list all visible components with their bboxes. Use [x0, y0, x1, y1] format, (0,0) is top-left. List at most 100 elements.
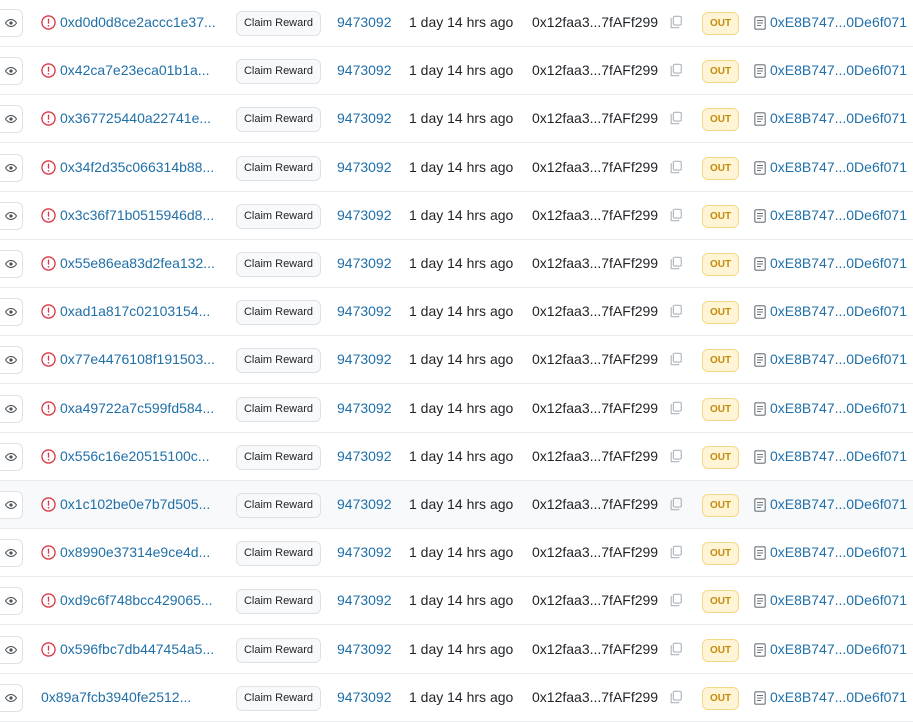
- block-link[interactable]: 9473092: [337, 351, 392, 367]
- view-details-button[interactable]: [0, 395, 23, 423]
- tx-hash-link[interactable]: 0xa49722a7c599fd584...: [60, 400, 214, 416]
- tx-hash-link[interactable]: 0x55e86ea83d2fea132...: [60, 255, 215, 271]
- copy-icon[interactable]: [669, 449, 683, 463]
- from-address: 0x12faa3...7fAFf299: [532, 448, 659, 464]
- to-address-link[interactable]: 0xE8B747...0De6f071: [770, 544, 907, 560]
- copy-icon[interactable]: [669, 160, 683, 174]
- block-link[interactable]: 9473092: [337, 496, 392, 512]
- tx-hash-link[interactable]: 0x8990e37314e9ce4d...: [60, 544, 210, 560]
- from-address: 0x12faa3...7fAFf299: [532, 255, 659, 271]
- to-address-link[interactable]: 0xE8B747...0De6f071: [770, 592, 907, 608]
- to-address-link[interactable]: 0xE8B747...0De6f071: [770, 689, 907, 705]
- table-row: 0x55e86ea83d2fea132... Claim Reward 947309…: [0, 240, 913, 288]
- eye-icon: [5, 548, 17, 558]
- eye-icon: [5, 211, 17, 221]
- copy-icon[interactable]: [669, 111, 683, 125]
- eye-icon: [5, 404, 17, 414]
- to-address-link[interactable]: 0xE8B747...0De6f071: [770, 400, 907, 416]
- block-link[interactable]: 9473092: [337, 303, 392, 319]
- from-address: 0x12faa3...7fAFf299: [532, 641, 659, 657]
- tx-age: 1 day 14 hrs ago: [409, 14, 514, 30]
- tx-hash-link[interactable]: 0x42ca7e23eca01b1a...: [60, 62, 209, 78]
- block-link[interactable]: 9473092: [337, 110, 392, 126]
- direction-badge: OUT: [702, 590, 739, 613]
- copy-icon[interactable]: [669, 545, 683, 559]
- document-icon: [754, 594, 766, 608]
- copy-icon[interactable]: [669, 690, 683, 704]
- to-address-link[interactable]: 0xE8B747...0De6f071: [770, 641, 907, 657]
- block-link[interactable]: 9473092: [337, 400, 392, 416]
- table-row: 0xa49722a7c599fd584... Claim Reward 947309…: [0, 385, 913, 433]
- tx-hash-link[interactable]: 0x556c16e20515100c...: [60, 448, 209, 464]
- block-link[interactable]: 9473092: [337, 14, 392, 30]
- direction-badge: OUT: [702, 542, 739, 565]
- copy-icon[interactable]: [669, 497, 683, 511]
- to-address-link[interactable]: 0xE8B747...0De6f071: [770, 110, 907, 126]
- to-address-link[interactable]: 0xE8B747...0De6f071: [770, 255, 907, 271]
- to-address-link[interactable]: 0xE8B747...0De6f071: [770, 351, 907, 367]
- tx-hash-link[interactable]: 0xd9c6f748bcc429065...: [60, 592, 213, 608]
- to-address-link[interactable]: 0xE8B747...0De6f071: [770, 496, 907, 512]
- method-badge: Claim Reward: [236, 397, 321, 422]
- to-address-link[interactable]: 0xE8B747...0De6f071: [770, 303, 907, 319]
- copy-icon[interactable]: [669, 401, 683, 415]
- copy-icon[interactable]: [669, 63, 683, 77]
- view-details-button[interactable]: [0, 539, 23, 567]
- tx-hash-link[interactable]: 0xd0d0d8ce2accc1e37...: [60, 14, 216, 30]
- to-address-link[interactable]: 0xE8B747...0De6f071: [770, 14, 907, 30]
- copy-icon[interactable]: [669, 593, 683, 607]
- block-link[interactable]: 9473092: [337, 689, 392, 705]
- eye-icon: [5, 355, 17, 365]
- copy-icon[interactable]: [669, 642, 683, 656]
- view-details-button[interactable]: [0, 491, 23, 519]
- block-link[interactable]: 9473092: [337, 255, 392, 271]
- tx-hash-link[interactable]: 0x89a7fcb3940fe2512...: [41, 689, 191, 705]
- block-link[interactable]: 9473092: [337, 448, 392, 464]
- tx-hash-link[interactable]: 0x596fbc7db447454a5...: [60, 641, 214, 657]
- to-address-link[interactable]: 0xE8B747...0De6f071: [770, 62, 907, 78]
- document-icon: [754, 402, 766, 416]
- error-circle-icon: [41, 256, 56, 271]
- block-link[interactable]: 9473092: [337, 544, 392, 560]
- tx-hash-link[interactable]: 0x34f2d35c066314b88...: [60, 159, 214, 175]
- tx-hash-link[interactable]: 0x367725440a22741e...: [60, 110, 211, 126]
- error-circle-icon: [41, 642, 56, 657]
- tx-hash-link[interactable]: 0x77e4476108f191503...: [60, 351, 215, 367]
- view-details-button[interactable]: [0, 298, 23, 326]
- copy-icon[interactable]: [669, 256, 683, 270]
- error-circle-icon: [41, 208, 56, 223]
- table-row: 0x42ca7e23eca01b1a... Claim Reward 9473092…: [0, 47, 913, 95]
- error-circle-icon: [41, 497, 56, 512]
- to-address-link[interactable]: 0xE8B747...0De6f071: [770, 159, 907, 175]
- view-details-button[interactable]: [0, 587, 23, 615]
- block-link[interactable]: 9473092: [337, 207, 392, 223]
- block-link[interactable]: 9473092: [337, 159, 392, 175]
- view-details-button[interactable]: [0, 250, 23, 278]
- view-details-button[interactable]: [0, 202, 23, 230]
- block-link[interactable]: 9473092: [337, 641, 392, 657]
- copy-icon[interactable]: [669, 304, 683, 318]
- error-circle-icon: [41, 401, 56, 416]
- tx-hash-link[interactable]: 0x1c102be0e7b7d505...: [60, 496, 210, 512]
- document-icon: [754, 257, 766, 271]
- view-details-button[interactable]: [0, 684, 23, 712]
- view-details-button[interactable]: [0, 636, 23, 664]
- view-details-button[interactable]: [0, 9, 23, 37]
- eye-icon: [5, 163, 17, 173]
- block-link[interactable]: 9473092: [337, 62, 392, 78]
- view-details-button[interactable]: [0, 443, 23, 471]
- error-circle-icon: [41, 304, 56, 319]
- view-details-button[interactable]: [0, 346, 23, 374]
- to-address-link[interactable]: 0xE8B747...0De6f071: [770, 207, 907, 223]
- view-details-button[interactable]: [0, 57, 23, 85]
- tx-hash-link[interactable]: 0xad1a817c02103154...: [60, 303, 210, 319]
- tx-hash-link[interactable]: 0x3c36f71b0515946d8...: [60, 207, 214, 223]
- copy-icon[interactable]: [669, 208, 683, 222]
- copy-icon[interactable]: [669, 352, 683, 366]
- block-link[interactable]: 9473092: [337, 592, 392, 608]
- copy-icon[interactable]: [669, 15, 683, 29]
- to-address-link[interactable]: 0xE8B747...0De6f071: [770, 448, 907, 464]
- tx-age: 1 day 14 hrs ago: [409, 689, 514, 705]
- view-details-button[interactable]: [0, 154, 23, 182]
- view-details-button[interactable]: [0, 105, 23, 133]
